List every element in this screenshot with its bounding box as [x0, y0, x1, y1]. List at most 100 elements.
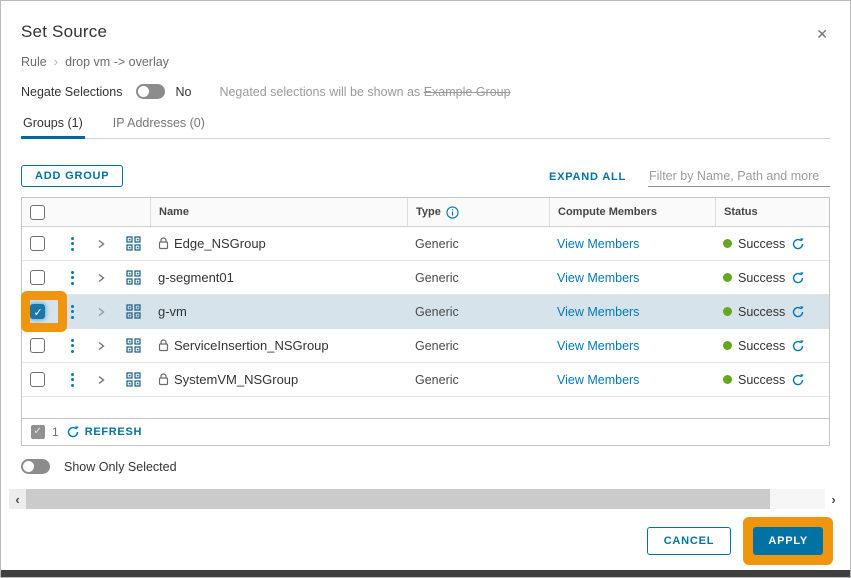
row-checkbox[interactable]	[30, 270, 45, 285]
group-type: Generic	[407, 373, 549, 387]
scrollbar-thumb[interactable]	[26, 489, 770, 509]
status-success-dot	[723, 307, 732, 316]
negate-selections-label: Negate Selections	[21, 85, 122, 99]
apply-button[interactable]: APPLY	[753, 527, 823, 555]
lock-icon	[158, 339, 169, 352]
breadcrumb-root[interactable]: Rule	[21, 55, 47, 69]
refresh-status-icon[interactable]	[791, 305, 805, 319]
column-header-type: Type	[407, 198, 549, 226]
expand-chevron-icon[interactable]	[96, 341, 106, 351]
group-type: Generic	[407, 237, 549, 251]
show-only-selected-label: Show Only Selected	[64, 460, 177, 474]
status-success-dot	[723, 273, 732, 282]
tab-ip-addresses[interactable]: IP Addresses (0)	[111, 112, 207, 138]
refresh-button[interactable]: REFRESH	[66, 425, 142, 439]
status-label: Success	[738, 237, 785, 251]
refresh-status-icon[interactable]	[791, 373, 805, 387]
group-type: Generic	[407, 305, 549, 319]
view-members-link[interactable]: View Members	[557, 237, 639, 251]
row-checkbox-checked[interactable]	[30, 304, 45, 319]
select-all-checkbox[interactable]	[30, 205, 45, 220]
breadcrumb-separator-icon: ›	[54, 54, 58, 69]
row-checkbox[interactable]	[30, 372, 45, 387]
refresh-label: REFRESH	[85, 426, 142, 438]
view-members-link[interactable]: View Members	[557, 271, 639, 285]
dialog-title: Set Source	[21, 1, 830, 42]
status-success-dot	[723, 341, 732, 350]
expand-chevron-icon[interactable]	[96, 273, 106, 283]
negate-hint-example: Example Group	[424, 85, 511, 99]
table-footer: 1 REFRESH	[22, 418, 829, 445]
group-name: g-vm	[158, 304, 187, 319]
refresh-status-icon[interactable]	[791, 237, 805, 251]
table-empty-space	[22, 397, 829, 418]
expand-chevron-icon[interactable]	[96, 375, 106, 385]
row-checkbox[interactable]	[30, 338, 45, 353]
scroll-left-arrow-icon[interactable]: ‹	[9, 489, 26, 509]
tab-groups[interactable]: Groups (1)	[21, 112, 85, 138]
filter-input[interactable]	[648, 166, 830, 187]
refresh-status-icon[interactable]	[791, 339, 805, 353]
status-label: Success	[738, 305, 785, 319]
close-icon[interactable]: ✕	[816, 27, 828, 41]
kebab-menu-icon[interactable]	[71, 339, 74, 353]
horizontal-scrollbar[interactable]: ‹ ›	[9, 489, 842, 509]
table-toolbar: ADD GROUP EXPAND ALL	[21, 165, 830, 187]
refresh-icon	[66, 425, 80, 439]
group-name: g-segment01	[158, 270, 234, 285]
expand-chevron-icon[interactable]	[96, 307, 106, 317]
view-members-link[interactable]: View Members	[557, 305, 639, 319]
kebab-menu-icon[interactable]	[71, 237, 74, 251]
row-checkbox[interactable]	[30, 236, 45, 251]
group-name: ServiceInsertion_NSGroup	[174, 338, 329, 353]
lock-icon	[158, 373, 169, 386]
kebab-menu-icon[interactable]	[71, 373, 74, 387]
selected-count-checkbox-icon	[31, 425, 45, 439]
column-header-status: Status	[715, 198, 829, 226]
lock-icon	[158, 237, 169, 250]
group-icon	[126, 270, 141, 285]
view-members-link[interactable]: View Members	[557, 373, 639, 387]
group-type: Generic	[407, 271, 549, 285]
table-row[interactable]: ServiceInsertion_NSGroup Generic View Me…	[22, 329, 829, 363]
refresh-status-icon[interactable]	[791, 271, 805, 285]
group-icon	[126, 236, 141, 251]
set-source-dialog: Set Source ✕ Rule › drop vm -> overlay N…	[0, 0, 851, 578]
kebab-menu-icon[interactable]	[71, 271, 74, 285]
negate-hint: Negated selections will be shown as Exam…	[219, 85, 510, 99]
expand-chevron-icon[interactable]	[96, 239, 106, 249]
column-header-type-label: Type	[416, 206, 441, 218]
status-success-dot	[723, 375, 732, 384]
column-header-compute-members: Compute Members	[549, 198, 715, 226]
cancel-button[interactable]: CANCEL	[647, 527, 732, 555]
scrollbar-track[interactable]	[770, 489, 825, 509]
group-icon	[126, 304, 141, 319]
add-group-button[interactable]: ADD GROUP	[21, 165, 123, 187]
column-header-name: Name	[150, 198, 407, 226]
table-row-selected[interactable]: g-vm Generic View Members Success	[22, 295, 829, 329]
negate-selections-toggle[interactable]	[136, 84, 165, 99]
status-label: Success	[738, 271, 785, 285]
view-members-link[interactable]: View Members	[557, 339, 639, 353]
table-row[interactable]: g-segment01 Generic View Members Success	[22, 261, 829, 295]
header-checkbox-cell	[22, 198, 150, 226]
background-app-strip	[1, 570, 850, 577]
negate-hint-text: Negated selections will be shown as	[219, 85, 423, 99]
info-icon[interactable]	[446, 206, 459, 219]
kebab-menu-icon[interactable]	[71, 305, 74, 319]
table-row[interactable]: SystemVM_NSGroup Generic View Members Su…	[22, 363, 829, 397]
breadcrumb: Rule › drop vm -> overlay	[21, 54, 830, 69]
group-icon	[126, 372, 141, 387]
selected-count: 1	[52, 425, 59, 439]
negate-selections-row: Negate Selections No Negated selections …	[21, 84, 830, 99]
show-only-selected-row: Show Only Selected	[21, 459, 830, 474]
expand-all-link[interactable]: EXPAND ALL	[549, 171, 626, 183]
table-header-row: Name Type Compute Members Status	[22, 198, 829, 227]
breadcrumb-current: drop vm -> overlay	[65, 55, 169, 69]
table-row[interactable]: Edge_NSGroup Generic View Members Succes…	[22, 227, 829, 261]
group-name: SystemVM_NSGroup	[174, 372, 298, 387]
scroll-right-arrow-icon[interactable]: ›	[825, 489, 842, 509]
status-success-dot	[723, 239, 732, 248]
show-only-selected-toggle[interactable]	[21, 459, 50, 474]
dialog-actions: CANCEL APPLY	[647, 517, 833, 565]
